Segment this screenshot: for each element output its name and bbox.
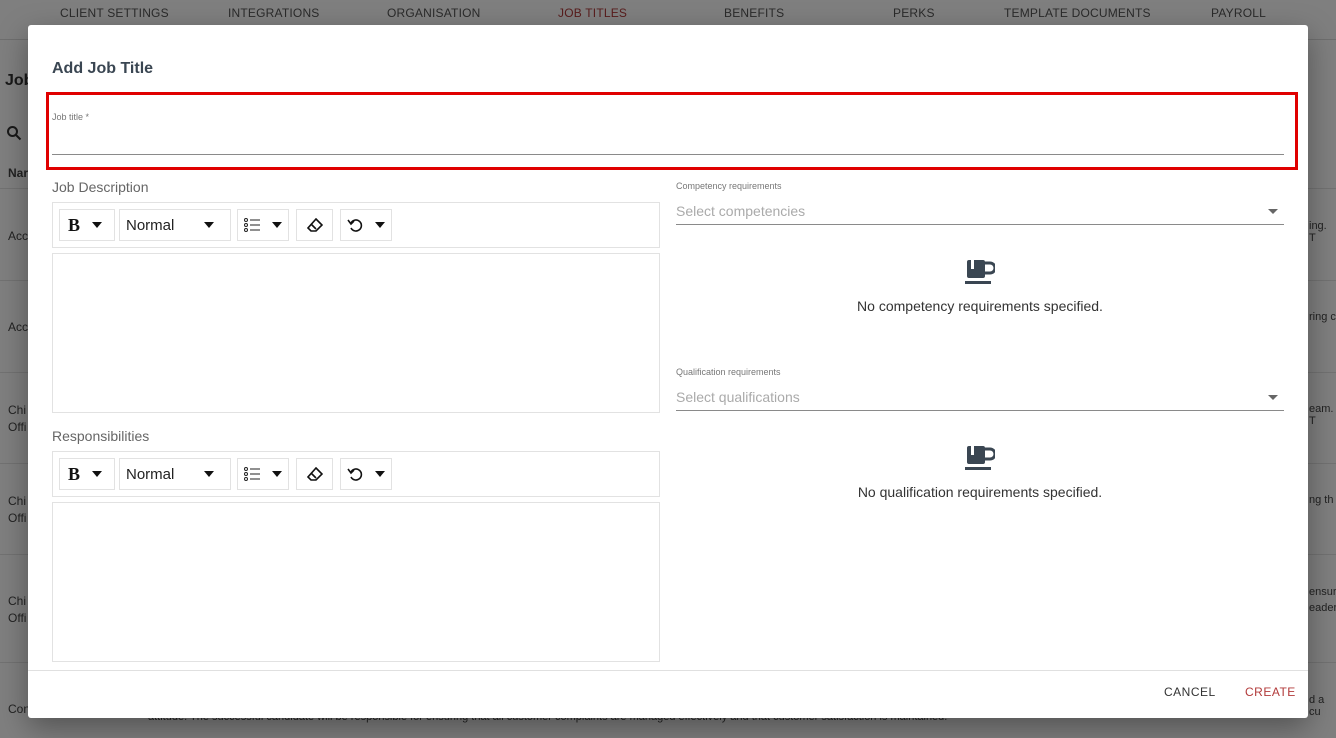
bold-icon: B (68, 214, 81, 235)
cancel-button[interactable]: CANCEL (1164, 685, 1216, 699)
dialog-title: Add Job Title (52, 60, 154, 77)
competency-empty-text: No competency requirements specified. (857, 298, 1103, 314)
chevron-down-icon (92, 222, 103, 228)
responsibilities-editor[interactable] (52, 502, 660, 662)
coffee-cup-icon (965, 446, 995, 470)
competency-label: Competency requirements (676, 181, 782, 191)
eraser-icon (306, 467, 323, 481)
chevron-down-icon (204, 222, 215, 228)
undo-icon (347, 468, 363, 481)
chevron-down-icon (375, 222, 385, 228)
format-value: Normal (126, 465, 175, 483)
bold-dropdown[interactable]: B (59, 209, 115, 241)
format-value: Normal (126, 216, 175, 234)
chevron-down-icon (1268, 209, 1278, 214)
job-description-toolbar: B Normal (52, 202, 660, 248)
job-description-editor[interactable] (52, 253, 660, 413)
chevron-down-icon (1268, 395, 1278, 400)
responsibilities-label: Responsibilities (52, 428, 150, 444)
qualification-select[interactable]: Select qualifications (676, 385, 1284, 411)
job-description-label: Job Description (52, 179, 149, 195)
chevron-down-icon (92, 471, 103, 477)
competency-empty-state: No competency requirements specified. (676, 258, 1284, 314)
competency-select[interactable]: Select competencies (676, 199, 1284, 225)
clear-format-button[interactable] (296, 209, 333, 241)
undo-icon (347, 219, 363, 232)
list-dropdown[interactable] (237, 458, 289, 490)
dialog-footer-divider (28, 670, 1308, 671)
chevron-down-icon (204, 471, 215, 477)
chevron-down-icon (272, 222, 282, 228)
qualification-empty-text: No qualification requirements specified. (857, 484, 1103, 500)
qualification-placeholder: Select qualifications (676, 389, 800, 405)
bold-icon: B (68, 463, 81, 484)
job-title-input[interactable] (52, 129, 1284, 155)
clear-format-button[interactable] (296, 458, 333, 490)
create-button[interactable]: CREATE (1245, 685, 1296, 699)
undo-dropdown[interactable] (340, 209, 392, 241)
format-select[interactable]: Normal (119, 209, 231, 241)
add-job-title-dialog: Add Job Title Job title * Job Descriptio… (28, 25, 1308, 718)
list-icon (244, 467, 260, 481)
coffee-cup-icon (965, 260, 995, 284)
qualification-empty-state: No qualification requirements specified. (676, 444, 1284, 500)
bold-dropdown[interactable]: B (59, 458, 115, 490)
format-select[interactable]: Normal (119, 458, 231, 490)
chevron-down-icon (375, 471, 385, 477)
chevron-down-icon (272, 471, 282, 477)
list-icon (244, 218, 260, 232)
responsibilities-toolbar: B Normal (52, 451, 660, 497)
job-title-label: Job title * (52, 112, 90, 122)
competency-placeholder: Select competencies (676, 203, 806, 219)
qualification-label: Qualification requirements (676, 367, 781, 377)
eraser-icon (306, 218, 323, 232)
list-dropdown[interactable] (237, 209, 289, 241)
undo-dropdown[interactable] (340, 458, 392, 490)
